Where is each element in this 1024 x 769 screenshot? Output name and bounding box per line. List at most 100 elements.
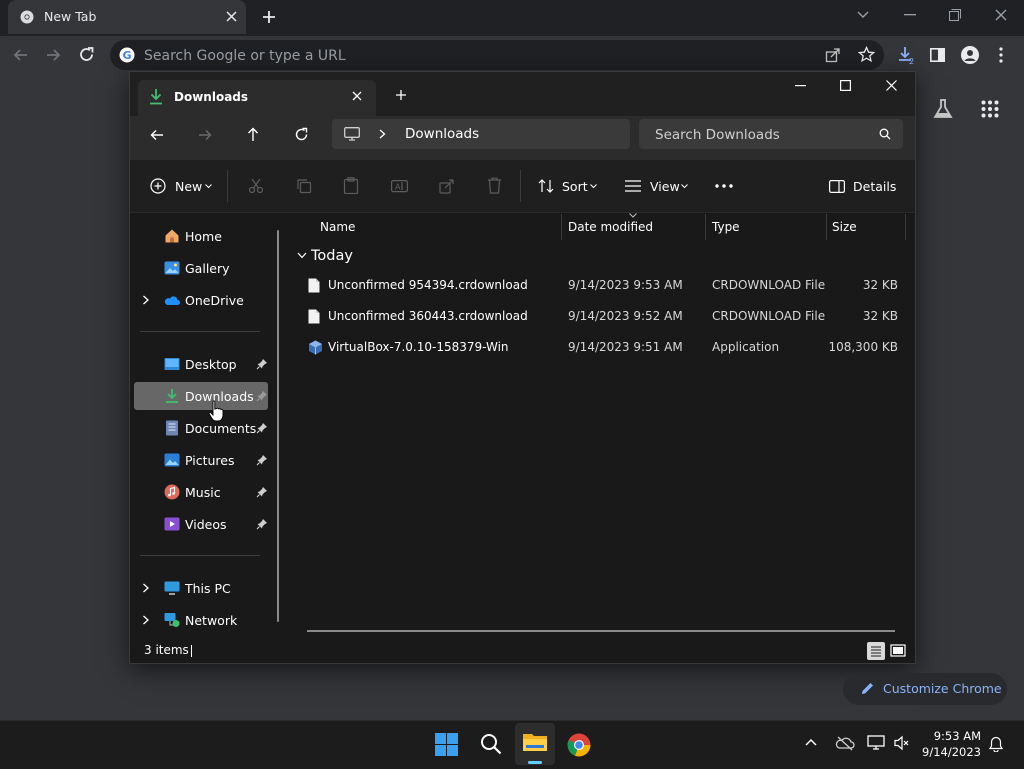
restore-browser-button[interactable] [949,9,961,21]
nav-item-desktop[interactable]: Desktop [134,350,268,378]
new-button[interactable]: New [144,172,214,200]
taskbar-search-icon[interactable] [480,733,502,755]
search-box[interactable] [639,119,903,149]
labs-flask-icon[interactable] [932,98,954,120]
browser-tab-new-tab[interactable]: New Tab [8,0,246,34]
view-button-label: View [650,179,680,194]
file-row[interactable]: Unconfirmed 360443.crdownload 9/14/2023 … [298,302,908,332]
customize-chrome-button[interactable]: Customize Chrome [843,673,1007,705]
file-row[interactable]: Unconfirmed 954394.crdownload 9/14/2023 … [298,271,908,301]
expand-chevron-icon[interactable] [142,295,152,305]
back-button[interactable] [13,47,29,63]
explorer-minimize-button[interactable] [795,85,806,87]
more-options-icon[interactable] [715,184,733,188]
explorer-close-button[interactable] [886,80,897,91]
explorer-up-button[interactable] [246,127,260,142]
omnibox-input[interactable] [142,45,746,67]
expand-chevron-icon[interactable] [142,615,152,625]
explorer-refresh-button[interactable] [294,127,309,142]
explorer-forward-button[interactable] [198,128,212,142]
close-browser-button[interactable] [995,9,1007,21]
view-button[interactable]: View [620,172,692,200]
new-explorer-tab-button[interactable] [395,89,407,101]
explorer-maximize-button[interactable] [840,80,851,91]
nav-label: Home [185,229,222,244]
nav-item-this-pc[interactable]: This PC [134,574,268,602]
cut-icon[interactable] [248,178,264,194]
forward-button[interactable] [45,47,61,63]
file-type: CRDOWNLOAD File [712,309,826,323]
details-view-button[interactable] [867,642,885,660]
share-file-icon[interactable] [439,178,455,194]
side-panel-icon[interactable] [930,48,945,62]
column-header-size[interactable]: Size [832,220,857,234]
nav-item-home[interactable]: Home [134,222,268,250]
bookmark-star-icon[interactable] [858,46,875,63]
view-lines-icon [625,179,641,193]
explorer-tab-downloads[interactable]: Downloads [138,80,376,116]
copy-icon[interactable] [296,178,312,194]
breadcrumb-downloads[interactable]: Downloads [405,126,479,142]
nav-item-videos[interactable]: Videos [134,510,268,538]
nav-item-downloads[interactable]: Downloads [134,382,268,410]
group-collapse-chevron-icon[interactable] [297,252,307,259]
new-tab-button[interactable] [262,10,276,24]
omnibox[interactable]: G [110,40,884,70]
profile-avatar-icon[interactable] [961,46,979,64]
navigation-pane-scrollbar[interactable] [277,230,279,622]
onedrive-tray-icon[interactable] [835,735,855,751]
nav-item-onedrive[interactable]: OneDrive [134,286,268,314]
notification-bell-icon[interactable] [989,736,1003,752]
close-tab-icon[interactable] [226,11,237,22]
column-divider[interactable] [561,214,562,240]
column-divider[interactable] [826,214,827,240]
breadcrumb-chevron-icon[interactable] [379,129,386,139]
taskbar-file-explorer-button[interactable] [515,723,555,765]
chrome-menu-icon[interactable] [999,47,1003,63]
paste-icon[interactable] [343,177,359,194]
column-header-type[interactable]: Type [712,220,740,234]
close-explorer-tab-icon[interactable] [352,91,362,101]
share-icon[interactable] [825,47,841,63]
expand-chevron-icon[interactable] [142,583,152,593]
blank-file-icon [308,309,322,325]
explorer-back-button[interactable] [150,128,164,142]
column-divider[interactable] [905,214,906,240]
nav-label: Pictures [185,453,235,468]
nav-item-music[interactable]: Music [134,478,268,506]
nav-item-pictures[interactable]: Pictures [134,446,268,474]
nav-item-documents[interactable]: Documents [134,414,268,442]
clock-date[interactable]: 9/14/2023 [915,745,981,759]
windows-start-icon[interactable] [435,733,458,756]
reload-button[interactable] [78,46,95,63]
downloads-count-badge: 2 [909,57,915,66]
column-divider[interactable] [705,214,706,240]
volume-muted-tray-icon[interactable] [894,735,910,751]
pin-icon [256,486,268,498]
tab-search-chevron-icon[interactable] [857,10,869,20]
google-apps-icon[interactable] [981,100,999,118]
horizontal-scrollbar[interactable] [307,630,895,632]
clock-time[interactable]: 9:53 AM [915,729,981,743]
details-pane-button[interactable]: Details [822,172,902,200]
minimize-browser-button[interactable] [904,14,916,16]
rename-icon[interactable]: A [391,178,408,194]
search-input[interactable] [653,124,867,146]
blank-file-icon [308,278,322,294]
details-button-label: Details [853,179,897,194]
taskbar-chrome-icon[interactable] [567,733,591,757]
address-bar[interactable]: Downloads [332,119,630,149]
file-row[interactable]: VirtualBox-7.0.10-158379-Win 9/14/2023 9… [298,333,908,363]
nav-item-network[interactable]: Network [134,606,268,634]
show-hidden-icons-chevron[interactable] [805,738,817,746]
network-tray-icon[interactable] [867,735,885,751]
pin-icon [256,390,268,402]
column-header-name[interactable]: Name [320,220,355,234]
nav-item-gallery[interactable]: Gallery [134,254,268,282]
delete-icon[interactable] [487,177,502,194]
sort-button[interactable]: Sort [532,172,600,200]
large-icons-view-button[interactable] [890,643,906,659]
group-header-today[interactable]: Today [311,248,353,264]
column-header-date-modified[interactable]: Date modified [568,220,653,234]
plus-circle-icon [150,178,166,194]
